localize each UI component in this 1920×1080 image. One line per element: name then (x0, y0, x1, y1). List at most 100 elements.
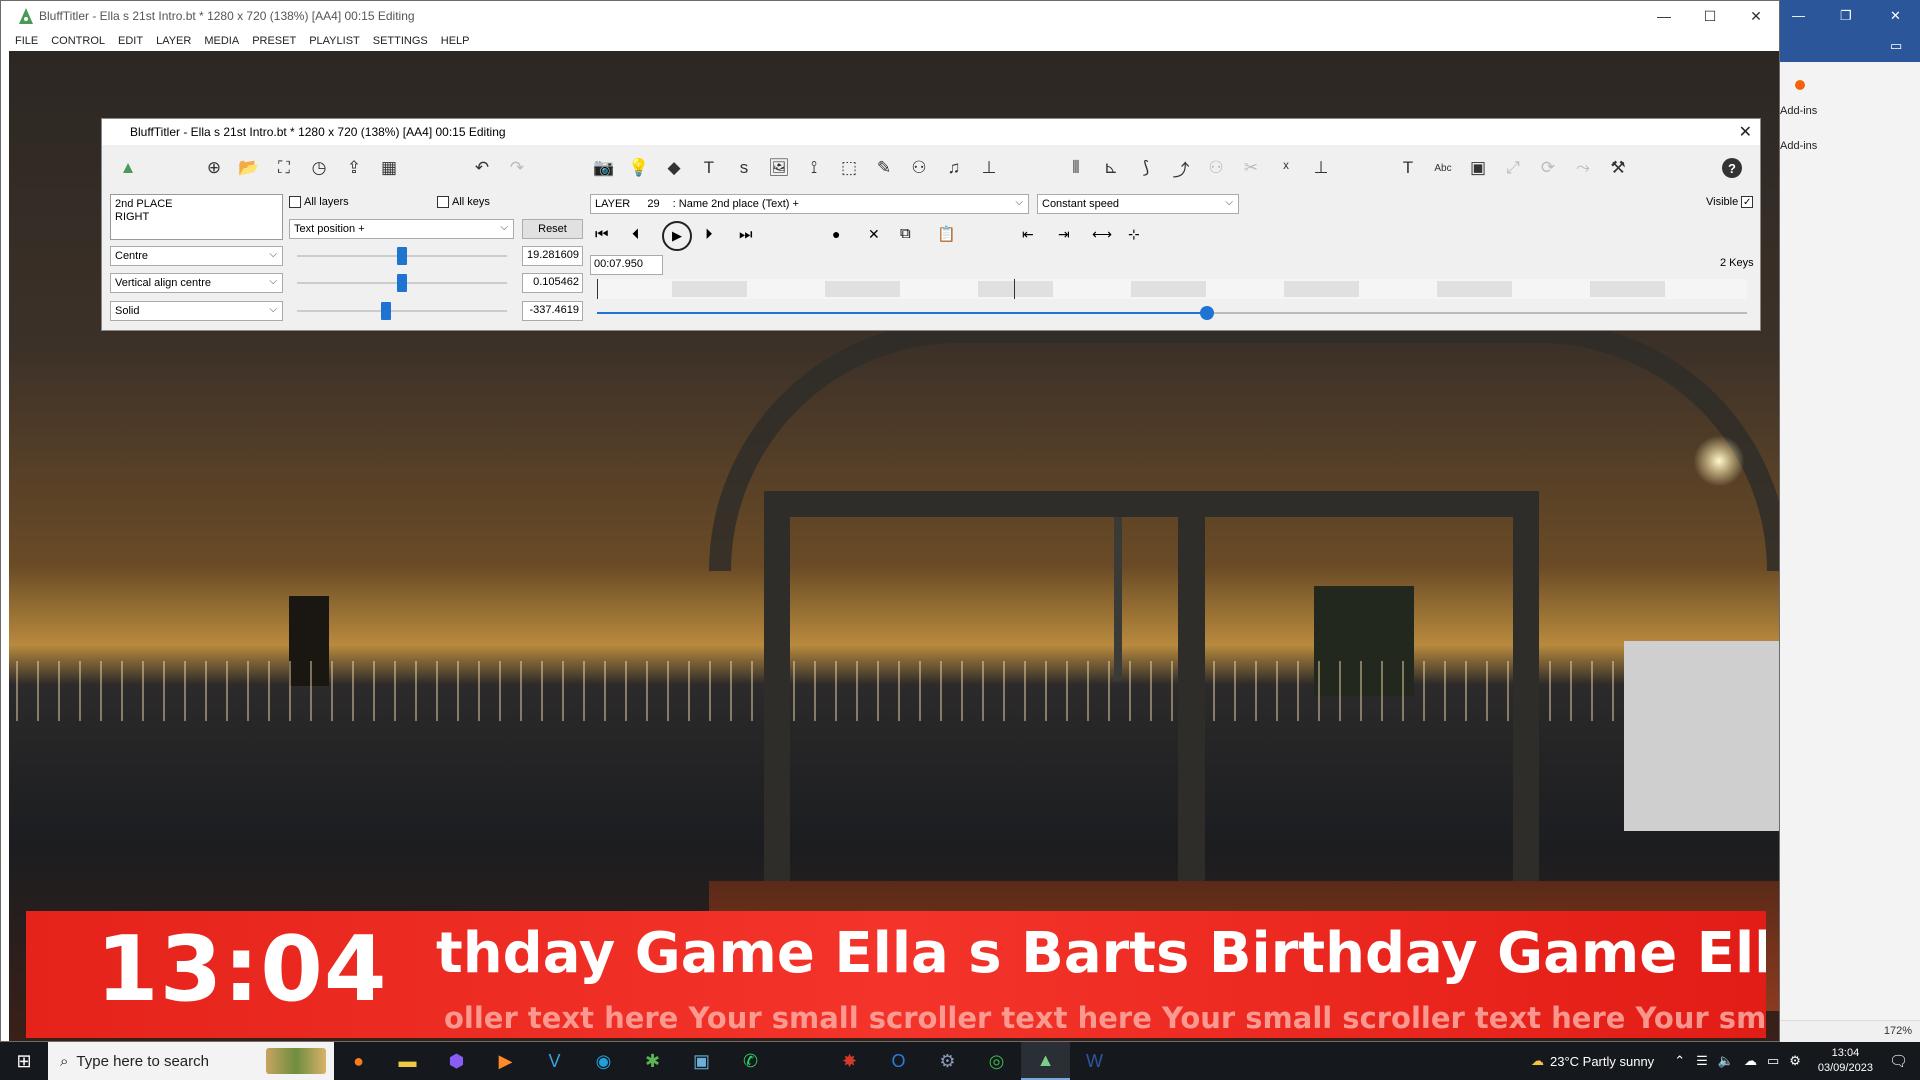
volume-icon[interactable]: 🔈 (1718, 1053, 1734, 1069)
align-select[interactable]: Centre ⌵ (110, 246, 283, 266)
close-icon[interactable]: ✕ (1890, 8, 1901, 24)
menu-preset[interactable]: PRESET (252, 31, 296, 51)
skip-to-start-icon[interactable]: ⏮ (595, 226, 609, 243)
firefox-icon[interactable]: ● (334, 1042, 383, 1080)
menu-help[interactable]: HELP (441, 31, 470, 51)
blufftitler-taskbar-icon[interactable]: ▲ (1021, 1042, 1070, 1080)
addins-icon[interactable] (1795, 80, 1805, 90)
app-purple-icon[interactable]: ⬢ (432, 1042, 481, 1080)
align-bottom-icon[interactable]: ⊾ (1099, 156, 1123, 180)
valign-select[interactable]: Vertical align centre ⌵ (110, 273, 283, 293)
cube-icon[interactable]: ⬚ (837, 156, 861, 180)
skip-to-end-icon[interactable]: ⏭ (739, 226, 753, 243)
next-frame-icon[interactable]: ⏵ (705, 226, 713, 243)
value-y-field[interactable]: 0.105462 (522, 273, 583, 293)
tools-icon[interactable]: ⚒ (1606, 156, 1630, 180)
previous-frame-icon[interactable]: ⏴ (632, 226, 640, 243)
redo-icon[interactable]: ↷ (505, 156, 529, 180)
value-z-field[interactable]: -337.4619 (522, 301, 583, 321)
app-red-icon[interactable]: ✸ (825, 1042, 874, 1080)
particles-icon[interactable]: ⚇ (907, 156, 931, 180)
playhead-knob[interactable] (1199, 306, 1214, 320)
windows-start-icon[interactable]: ⊞ (0, 1042, 48, 1080)
group-icon[interactable]: ⚇ (1204, 156, 1228, 180)
menu-layer[interactable]: LAYER (156, 31, 191, 51)
rotate-icon[interactable]: ⟳ (1536, 156, 1560, 180)
split-icon[interactable]: ✂ (1239, 156, 1263, 180)
menu-media[interactable]: MEDIA (204, 31, 239, 51)
undo-icon[interactable]: ↶ (470, 156, 494, 180)
zoom-level[interactable]: 172% (1884, 1025, 1912, 1037)
key-end-icon[interactable]: ⇥ (1058, 226, 1070, 243)
motion-icon[interactable]: ⤳ (1571, 156, 1595, 180)
paste-key-icon[interactable]: 📋 (937, 225, 956, 243)
slider-thumb[interactable] (381, 302, 391, 320)
copy-key-icon[interactable]: ⧉ (900, 225, 911, 242)
value-x-field[interactable]: 19.281609 (522, 246, 583, 266)
cloud-icon[interactable]: ☁ (1744, 1053, 1757, 1069)
clock-icon[interactable]: ◷ (307, 156, 331, 180)
reset-button[interactable]: Reset (522, 219, 583, 239)
light-icon[interactable]: 💡 (627, 156, 651, 180)
edge-icon[interactable]: ◉ (579, 1042, 628, 1080)
photos-icon[interactable]: ▣ (677, 1042, 726, 1080)
close-icon[interactable]: ✕ (1733, 1, 1779, 31)
play-button[interactable]: ▶ (662, 221, 692, 251)
check-icon[interactable]: ✓ (1741, 196, 1754, 208)
media-player-icon[interactable]: ▶ (481, 1042, 530, 1080)
weather-widget[interactable]: ☁ 23°C Partly sunny (1531, 1053, 1654, 1069)
menu-edit[interactable]: EDIT (118, 31, 143, 51)
audio-layer-icon[interactable]: ⊥ (977, 156, 1001, 180)
open-show-icon[interactable]: 📂 (237, 156, 261, 180)
settings-icon[interactable]: ⚙ (1789, 1053, 1801, 1069)
align-left-icon[interactable]: ⫴ (1064, 156, 1088, 180)
property-select[interactable]: Text position + ⌵ (289, 219, 514, 239)
close-icon[interactable]: ✕ (1739, 122, 1752, 142)
key-split-icon[interactable]: ⊹ (1128, 226, 1140, 243)
slider-z[interactable] (297, 301, 507, 321)
taskbar-search[interactable]: ⌕ Type here to search (48, 1042, 334, 1080)
key-start-icon[interactable]: ⇤ (1022, 226, 1034, 243)
app-green-icon[interactable]: ◎ (972, 1042, 1021, 1080)
style-select[interactable]: Solid ⌵ (110, 301, 283, 321)
shape-icon[interactable]: ◆ (662, 156, 686, 180)
layer-bottom-icon[interactable]: ⊥ (1309, 156, 1333, 180)
text-abc-icon[interactable]: Abc (1431, 156, 1455, 180)
music-icon[interactable]: ♫ (942, 156, 966, 180)
timeline[interactable] (597, 279, 1747, 299)
picture-icon[interactable]: 🖼 (767, 156, 791, 180)
keyframe-marker[interactable] (1014, 279, 1015, 299)
path-icon[interactable]: ⟟ (802, 156, 826, 180)
minimize-icon[interactable]: — (1792, 8, 1805, 23)
chevron-up-icon[interactable]: ⌃ (1674, 1053, 1685, 1069)
playhead-track[interactable] (597, 306, 1747, 320)
slider-y[interactable] (297, 273, 507, 293)
comments-icon[interactable]: ▭ (1890, 38, 1902, 54)
texture-icon[interactable]: ▣ (1466, 156, 1490, 180)
file-explorer-icon[interactable]: ▬ (383, 1042, 432, 1080)
parent-icon[interactable]: ⤴ (1169, 156, 1193, 180)
network-icon[interactable]: ☰ (1696, 1053, 1708, 1069)
addins-button[interactable]: Add-ins (1780, 105, 1920, 117)
word-icon[interactable]: W (1070, 1042, 1119, 1080)
menu-control[interactable]: CONTROL (51, 31, 105, 51)
checkbox-icon[interactable] (289, 196, 301, 208)
palm-app-icon[interactable]: ✱ (628, 1042, 677, 1080)
menu-file[interactable]: FILE (15, 31, 38, 51)
key-stretch-icon[interactable]: ⟷ (1092, 226, 1112, 243)
vegas-icon[interactable]: V (530, 1042, 579, 1080)
notification-icon[interactable]: 🗨 (1889, 1052, 1908, 1070)
speed-select[interactable]: Constant speed ⌵ (1037, 194, 1239, 214)
taskbar-clock[interactable]: 13:04 03/09/2023 (1818, 1046, 1873, 1076)
time-field[interactable]: 00:07.950 (590, 255, 663, 275)
text-style-icon[interactable]: T (1396, 156, 1420, 180)
menu-settings[interactable]: SETTINGS (373, 31, 428, 51)
checkbox-icon[interactable] (437, 196, 449, 208)
all-layers-checkbox[interactable]: All layers (289, 196, 349, 208)
new-show-icon[interactable]: ⊕ (202, 156, 226, 180)
slider-thumb[interactable] (397, 274, 407, 292)
slider-thumb[interactable] (397, 247, 407, 265)
menu-playlist[interactable]: PLAYLIST (309, 31, 360, 51)
visible-checkbox[interactable]: Visible ✓ (1706, 196, 1756, 208)
unlink-icon[interactable]: ˣ (1274, 156, 1298, 180)
